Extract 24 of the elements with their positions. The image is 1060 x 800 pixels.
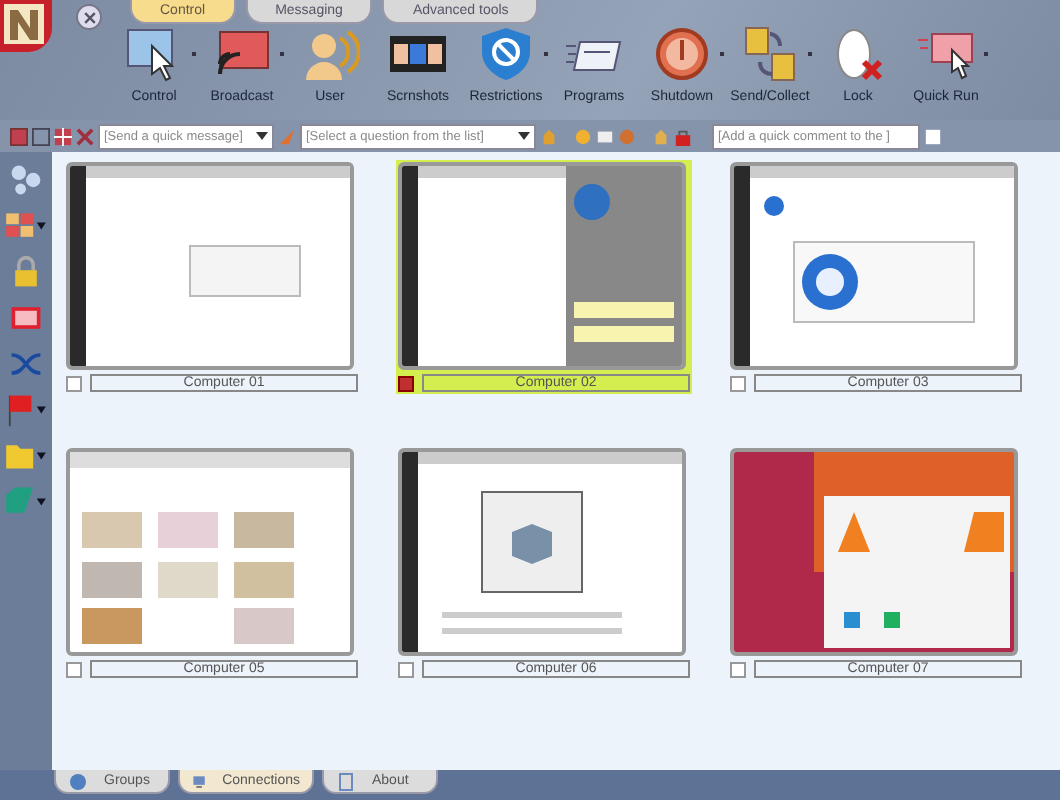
caret-icon[interactable] xyxy=(256,132,268,140)
documents-icon[interactable] xyxy=(740,26,800,82)
power-icon[interactable] xyxy=(652,26,712,82)
lock-icon[interactable] xyxy=(674,127,692,145)
flag-icon[interactable] xyxy=(4,392,48,428)
globe-icon xyxy=(68,771,88,791)
caret-icon[interactable] xyxy=(518,132,530,140)
shield-icon[interactable] xyxy=(476,26,536,82)
logo-icon xyxy=(0,0,52,52)
checkbox[interactable] xyxy=(730,375,746,391)
stop-icon[interactable] xyxy=(10,127,28,145)
grid-icon[interactable] xyxy=(54,127,72,145)
network-icon[interactable] xyxy=(8,162,44,198)
user-icon[interactable] xyxy=(300,26,360,82)
checkbox[interactable] xyxy=(398,375,414,391)
checkbox[interactable] xyxy=(66,375,82,391)
close-icon[interactable] xyxy=(81,9,97,25)
checkbox[interactable] xyxy=(730,661,746,677)
checkbox[interactable] xyxy=(66,661,82,677)
checkbox[interactable] xyxy=(398,661,414,677)
close-button[interactable] xyxy=(76,4,102,30)
cross-icon[interactable] xyxy=(76,127,94,145)
square-icon[interactable] xyxy=(32,127,50,145)
monitor-icon xyxy=(192,771,207,791)
